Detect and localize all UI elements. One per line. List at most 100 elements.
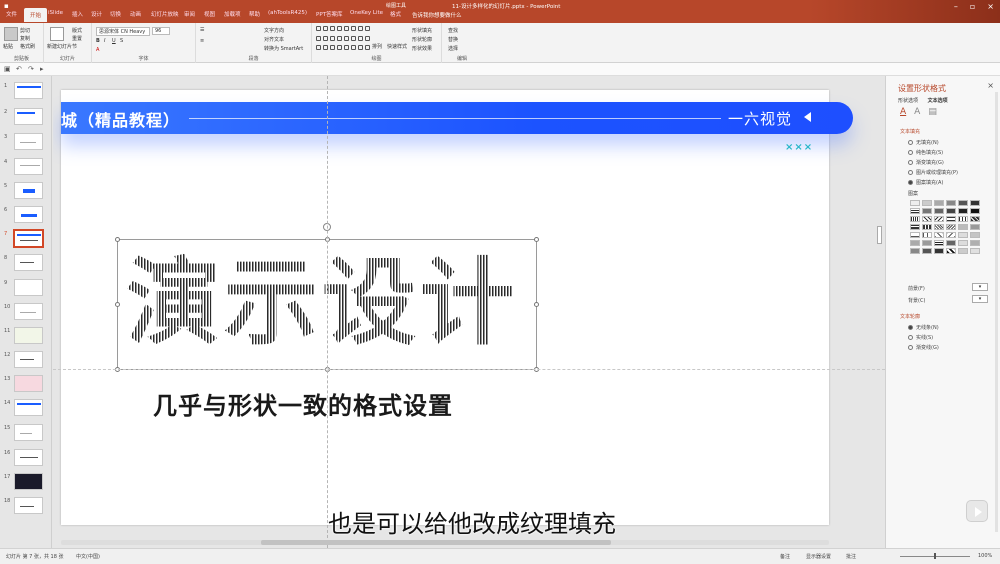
- solid-fill-option[interactable]: 纯色填充(S): [908, 149, 943, 156]
- save-qat-icon[interactable]: ▣: [4, 65, 11, 73]
- slide-thumbnail[interactable]: 11: [4, 327, 43, 344]
- language-indicator[interactable]: 中文(中国): [76, 553, 100, 560]
- redo-icon[interactable]: ↷: [28, 65, 34, 73]
- layout-button[interactable]: 版式: [72, 27, 82, 34]
- maximize-icon[interactable]: ▫: [970, 2, 975, 11]
- text-fill-outline-icon[interactable]: A: [900, 107, 906, 117]
- textbox-icon[interactable]: ▤: [928, 107, 937, 117]
- font-size-select[interactable]: 96: [152, 27, 170, 35]
- tab-help[interactable]: 帮助: [249, 10, 260, 18]
- tab-home[interactable]: 开始: [24, 8, 48, 22]
- resize-handle[interactable]: [534, 237, 539, 242]
- tab-view[interactable]: 视图: [204, 10, 215, 18]
- select-button[interactable]: 选择: [448, 45, 458, 52]
- slide-thumbnail[interactable]: 8: [4, 254, 43, 271]
- bold-icon[interactable]: B: [96, 38, 100, 44]
- replace-button[interactable]: 替换: [448, 36, 458, 43]
- shapes-gallery[interactable]: [316, 26, 370, 54]
- undo-icon[interactable]: ↶: [16, 65, 22, 73]
- arrange-button[interactable]: 排列: [372, 43, 382, 50]
- copy-button[interactable]: 复制: [20, 35, 30, 42]
- slide-thumbnail[interactable]: 12: [4, 351, 43, 368]
- format-painter-button[interactable]: 格式刷: [20, 43, 35, 50]
- slide-thumbnail[interactable]: 13: [4, 375, 43, 392]
- notes-button[interactable]: 备注: [780, 553, 790, 560]
- underline-icon[interactable]: U: [112, 38, 116, 44]
- slide-thumbnail[interactable]: 2: [4, 108, 43, 125]
- text-fill-section[interactable]: 文本填充: [900, 128, 920, 135]
- slide[interactable]: 城（精品教程） 一六视觉 ××× 演示设计 几乎与形状一致的格式设置: [61, 90, 853, 525]
- gradient-line-option[interactable]: 渐变线(G): [908, 344, 939, 351]
- slide-thumbnail[interactable]: 4: [4, 158, 43, 175]
- align-text-button[interactable]: 对齐文本: [264, 36, 284, 43]
- tab-islide[interactable]: iSlide: [48, 10, 63, 16]
- foreground-color-picker[interactable]: ▾: [972, 283, 988, 291]
- tab-addins[interactable]: 加载项: [224, 10, 241, 18]
- slide-thumbnail[interactable]: 17: [4, 473, 43, 490]
- tab-text-options[interactable]: 文本选项: [928, 98, 948, 104]
- save-icon[interactable]: ▪: [4, 2, 9, 10]
- smartart-button[interactable]: 转换为 SmartArt: [264, 45, 303, 52]
- tab-transitions[interactable]: 切换: [110, 10, 121, 18]
- background-color-picker[interactable]: ▾: [972, 295, 988, 303]
- gradient-fill-option[interactable]: 渐变填充(G): [908, 159, 944, 166]
- slide-thumbnail[interactable]: 1: [4, 82, 43, 99]
- tell-me-search[interactable]: 告诉我你想要做什么: [412, 11, 462, 19]
- pattern-filled-headline[interactable]: 演示设计: [126, 244, 518, 362]
- shape-outline-button[interactable]: 形状轮廓: [412, 36, 432, 43]
- picture-fill-option[interactable]: 图片或纹理填充(P): [908, 169, 958, 176]
- minimize-icon[interactable]: –: [954, 2, 958, 11]
- quick-styles-button[interactable]: 快速样式: [387, 43, 407, 50]
- tab-animations[interactable]: 动画: [130, 10, 141, 18]
- no-line-option[interactable]: 无线条(N): [908, 324, 939, 331]
- slide-thumbnail-active[interactable]: 7: [4, 229, 44, 248]
- slide-thumbnail[interactable]: 18: [4, 497, 43, 514]
- resize-handle[interactable]: [115, 237, 120, 242]
- section-button[interactable]: 节: [72, 43, 77, 50]
- pattern-gallery[interactable]: [910, 200, 980, 254]
- reset-button[interactable]: 重置: [72, 35, 82, 42]
- tab-onekey[interactable]: OneKey Lite: [350, 10, 383, 16]
- font-color-icon[interactable]: A: [96, 47, 99, 53]
- italic-icon[interactable]: I: [104, 38, 105, 44]
- new-slide-icon[interactable]: [50, 27, 64, 41]
- paste-button[interactable]: 粘贴: [3, 43, 13, 50]
- pane-scrollbar[interactable]: [995, 92, 998, 532]
- tab-file[interactable]: 文件: [6, 10, 17, 18]
- tab-shape-options[interactable]: 形状选项: [898, 98, 918, 104]
- start-show-icon[interactable]: ▸: [40, 65, 44, 73]
- font-name-select[interactable]: 思源宋体 CN Heavy: [96, 27, 150, 36]
- pattern-fill-option[interactable]: 图案填充(A): [908, 179, 943, 186]
- slide-thumbnail[interactable]: 10: [4, 303, 43, 320]
- comments-button[interactable]: 批注: [846, 553, 856, 560]
- paste-icon[interactable]: [4, 27, 18, 41]
- shape-effects-button[interactable]: 形状效果: [412, 45, 432, 52]
- tab-slideshow[interactable]: 幻灯片放映: [151, 10, 179, 18]
- tab-design[interactable]: 设计: [91, 10, 102, 18]
- shadow-icon[interactable]: S: [120, 38, 123, 44]
- bullets-icon[interactable]: ☰: [200, 27, 204, 33]
- tab-ahtools[interactable]: (ahToolsR425): [268, 10, 307, 16]
- slide-thumbnail[interactable]: 3: [4, 133, 43, 150]
- slide-thumbnail[interactable]: 9: [4, 279, 43, 296]
- slide-thumbnail[interactable]: 14: [4, 399, 43, 416]
- close-icon[interactable]: ×: [987, 2, 994, 11]
- tab-format[interactable]: 格式: [390, 10, 401, 18]
- solid-line-option[interactable]: 实线(S): [908, 334, 933, 341]
- find-button[interactable]: 查找: [448, 27, 458, 34]
- vertical-guide[interactable]: [327, 76, 328, 548]
- tab-ppt-answers[interactable]: PPT答案库: [316, 10, 343, 18]
- text-effects-icon[interactable]: A: [914, 107, 920, 117]
- align-icon[interactable]: ≡: [200, 38, 204, 44]
- slide-subtitle[interactable]: 几乎与形状一致的格式设置: [153, 386, 453, 421]
- cut-button[interactable]: 剪切: [20, 27, 30, 34]
- zoom-level[interactable]: 100%: [978, 553, 992, 559]
- new-slide-button[interactable]: 新建幻灯片: [47, 43, 72, 50]
- slide-thumbnail[interactable]: 6: [4, 206, 43, 223]
- slide-editing-canvas[interactable]: 城（精品教程） 一六视觉 ××× 演示设计 几乎与形状一致的格式设置 也是可以给…: [53, 76, 885, 548]
- tab-insert[interactable]: 插入: [72, 10, 83, 18]
- text-outline-section[interactable]: 文本轮廓: [900, 313, 920, 320]
- slide-thumbnail[interactable]: 5: [4, 182, 43, 199]
- resize-handle[interactable]: [115, 302, 120, 307]
- text-direction-button[interactable]: 文字方向: [264, 27, 284, 34]
